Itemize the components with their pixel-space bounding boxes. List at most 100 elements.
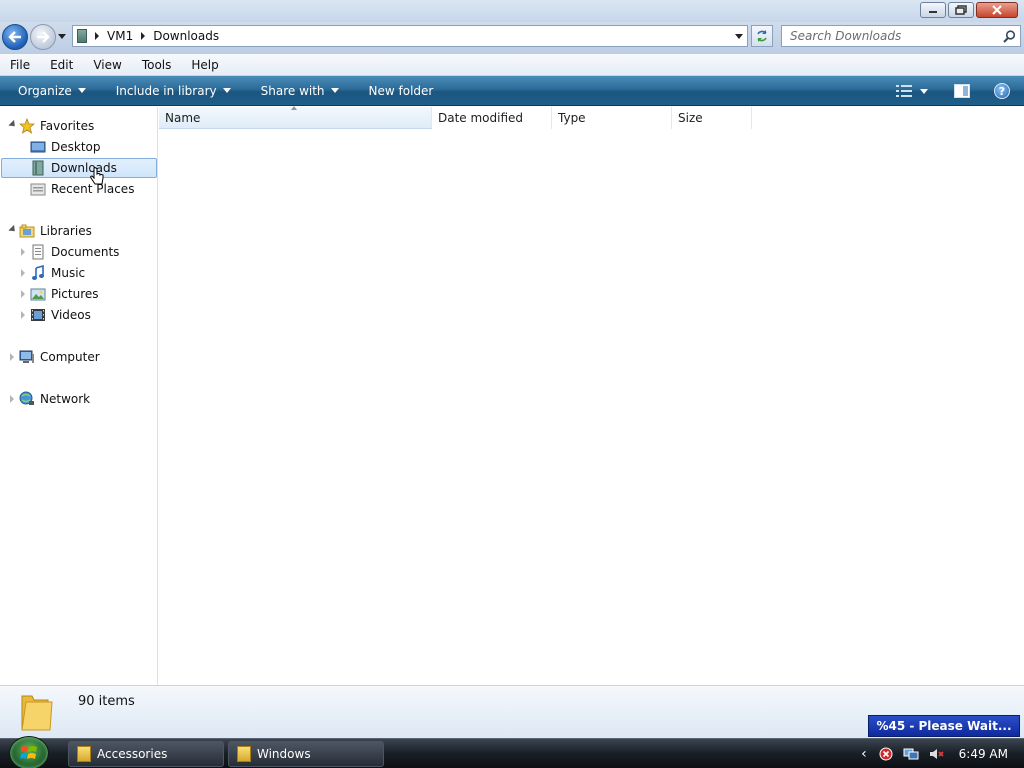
nav-computer[interactable]: Computer bbox=[19, 347, 100, 367]
documents-icon bbox=[32, 244, 44, 260]
security-alert-icon[interactable] bbox=[879, 747, 893, 761]
show-hidden-icons-icon[interactable]: ‹ bbox=[861, 746, 867, 762]
column-header-name[interactable]: Name bbox=[159, 106, 432, 129]
refresh-button[interactable] bbox=[751, 25, 773, 47]
expand-computer-icon[interactable] bbox=[10, 353, 14, 361]
nav-network-label: Network bbox=[40, 392, 91, 406]
breadcrumb-downloads[interactable]: Downloads bbox=[153, 29, 219, 43]
chevron-down-icon bbox=[77, 88, 86, 93]
nav-desktop[interactable]: Desktop bbox=[30, 137, 101, 157]
address-history-dropdown[interactable] bbox=[735, 34, 743, 39]
nav-recent-places[interactable]: Recent Places bbox=[30, 179, 134, 199]
expand-videos-icon[interactable] bbox=[21, 311, 25, 319]
library-icon bbox=[77, 29, 87, 43]
maximize-button[interactable] bbox=[948, 2, 974, 18]
preview-pane-icon[interactable] bbox=[954, 84, 970, 98]
nav-pictures[interactable]: Pictures bbox=[30, 284, 99, 304]
close-button[interactable] bbox=[976, 2, 1018, 18]
help-icon[interactable]: ? bbox=[994, 83, 1010, 99]
title-bar bbox=[0, 0, 1024, 22]
clock[interactable]: 6:49 AM bbox=[959, 747, 1008, 761]
search-input[interactable] bbox=[790, 29, 1000, 43]
back-arrow-icon bbox=[8, 31, 21, 43]
expand-libraries-icon[interactable] bbox=[8, 224, 18, 235]
breadcrumb-separator[interactable] bbox=[95, 32, 99, 40]
minimize-button[interactable] bbox=[920, 2, 946, 18]
menu-help[interactable]: Help bbox=[181, 58, 228, 72]
taskbar-accessories-label: Accessories bbox=[97, 747, 168, 761]
share-with-button[interactable]: Share with bbox=[261, 84, 339, 98]
column-name-label: Name bbox=[165, 110, 201, 125]
chevron-down-icon bbox=[330, 88, 339, 93]
view-options-dropdown[interactable] bbox=[920, 88, 928, 94]
recent-places-icon bbox=[30, 183, 46, 196]
search-box[interactable] bbox=[781, 25, 1021, 47]
close-icon bbox=[992, 5, 1002, 15]
desktop-icon bbox=[30, 141, 46, 153]
column-header-size[interactable]: Size bbox=[672, 107, 752, 129]
nav-videos[interactable]: Videos bbox=[30, 305, 91, 325]
breadcrumb-vm1[interactable]: VM1 bbox=[107, 29, 133, 43]
recent-pages-dropdown-icon[interactable] bbox=[58, 34, 66, 40]
refresh-icon bbox=[757, 30, 767, 42]
restore-icon bbox=[955, 5, 967, 15]
menu-bar: File Edit View Tools Help bbox=[0, 54, 1024, 76]
nav-videos-label: Videos bbox=[51, 308, 91, 322]
nav-downloads[interactable]: Downloads bbox=[1, 158, 157, 178]
organize-label: Organize bbox=[18, 83, 72, 98]
expand-music-icon[interactable] bbox=[21, 269, 25, 277]
star-icon bbox=[19, 118, 35, 134]
change-view-icon[interactable] bbox=[896, 85, 912, 97]
address-bar[interactable]: VM1 Downloads bbox=[72, 25, 748, 47]
nav-music[interactable]: Music bbox=[30, 263, 85, 283]
menu-view[interactable]: View bbox=[83, 58, 131, 72]
share-label: Share with bbox=[260, 83, 325, 98]
computer-icon bbox=[19, 350, 34, 363]
menu-file[interactable]: File bbox=[0, 58, 40, 72]
forward-button[interactable] bbox=[30, 24, 56, 50]
videos-icon bbox=[31, 309, 45, 321]
breadcrumb-separator[interactable] bbox=[141, 32, 146, 40]
please-wait-badge: %45 - Please Wait... bbox=[868, 715, 1020, 737]
menu-tools[interactable]: Tools bbox=[132, 58, 182, 72]
expand-documents-icon[interactable] bbox=[21, 248, 25, 256]
column-header-date-modified[interactable]: Date modified bbox=[432, 107, 552, 129]
address-row: VM1 Downloads bbox=[0, 22, 1024, 54]
system-tray: ‹ 6:49 AM bbox=[861, 739, 1024, 768]
expand-pictures-icon[interactable] bbox=[21, 290, 25, 298]
folder-icon bbox=[77, 746, 91, 762]
column-header-type[interactable]: Type bbox=[552, 107, 672, 129]
taskbar-accessories[interactable]: Accessories bbox=[68, 741, 224, 767]
include-in-library-button[interactable]: Include in library bbox=[116, 84, 231, 98]
nav-libraries-label: Libraries bbox=[40, 224, 92, 238]
forward-arrow-icon bbox=[37, 31, 50, 43]
network-icon bbox=[19, 391, 34, 405]
expand-favorites-icon[interactable] bbox=[8, 119, 18, 130]
menu-edit[interactable]: Edit bbox=[40, 58, 83, 72]
new-folder-label: New folder bbox=[368, 83, 434, 98]
volume-muted-icon[interactable] bbox=[929, 747, 945, 761]
pictures-icon bbox=[30, 288, 46, 301]
nav-pictures-label: Pictures bbox=[51, 287, 99, 301]
hand-cursor-icon bbox=[90, 167, 104, 185]
new-folder-button[interactable]: New folder bbox=[369, 84, 434, 98]
sort-ascending-icon bbox=[291, 106, 297, 110]
command-bar: Organize Include in library Share with N… bbox=[0, 76, 1024, 106]
nav-favorites[interactable]: Favorites bbox=[19, 116, 94, 136]
libraries-icon bbox=[19, 224, 35, 238]
nav-libraries[interactable]: Libraries bbox=[19, 221, 92, 241]
navigation-pane: Favorites Desktop Downloads Recent Place… bbox=[0, 107, 158, 685]
file-list[interactable]: Name Date modified Type Size bbox=[159, 106, 1024, 685]
details-pane: 90 items %45 - Please Wait... bbox=[0, 685, 1024, 738]
taskbar-windows[interactable]: Windows bbox=[228, 741, 384, 767]
taskbar-windows-label: Windows bbox=[257, 747, 311, 761]
start-button[interactable] bbox=[9, 736, 49, 768]
search-icon[interactable] bbox=[1003, 30, 1016, 43]
window-controls bbox=[920, 2, 1018, 18]
organize-button[interactable]: Organize bbox=[18, 84, 86, 98]
back-button[interactable] bbox=[2, 24, 28, 50]
nav-documents[interactable]: Documents bbox=[30, 242, 119, 262]
expand-network-icon[interactable] bbox=[10, 395, 14, 403]
nav-network[interactable]: Network bbox=[19, 389, 90, 409]
network-status-icon[interactable] bbox=[903, 747, 919, 761]
